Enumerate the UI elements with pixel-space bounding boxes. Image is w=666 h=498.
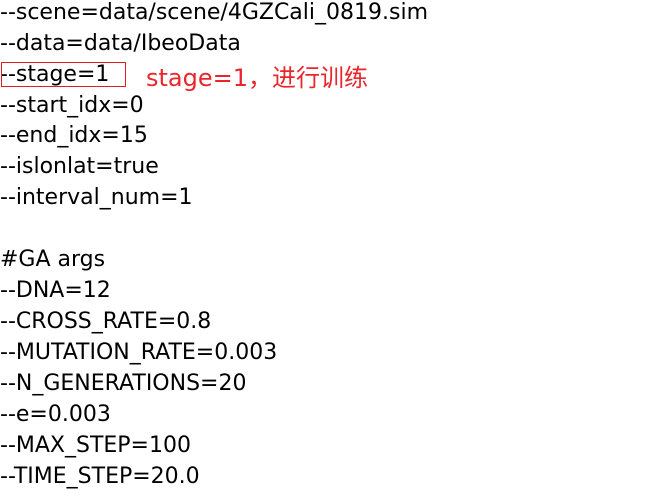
config-line-time-step: --TIME_STEP=20.0 [0,464,200,489]
config-line-cross-rate: --CROSS_RATE=0.8 [0,309,212,334]
config-line-scene: --scene=data/scene/4GZCali_0819.sim [0,0,429,25]
config-line-dna: --DNA=12 [0,278,111,303]
config-line-end-idx: --end_idx=15 [0,123,148,148]
text-editor-content[interactable]: --scene=data/scene/4GZCali_0819.sim --da… [0,0,666,498]
config-line-mutation-rate: --MUTATION_RATE=0.003 [0,340,278,365]
stage-annotation-note: stage=1，进行训练 [146,64,368,92]
config-line-data: --data=data/IbeoData [0,31,241,56]
config-line-ga-args-comment: #GA args [0,247,106,272]
config-line-e: --e=0.003 [0,402,111,427]
config-line-start-idx: --start_idx=0 [0,93,144,118]
config-line-interval-num: --interval_num=1 [0,185,193,210]
config-line-n-generations: --N_GENERATIONS=20 [0,371,247,396]
stage-highlight-box [1,62,126,87]
config-line-max-step: --MAX_STEP=100 [0,433,191,458]
config-line-islonlat: --islonlat=true [0,154,159,179]
